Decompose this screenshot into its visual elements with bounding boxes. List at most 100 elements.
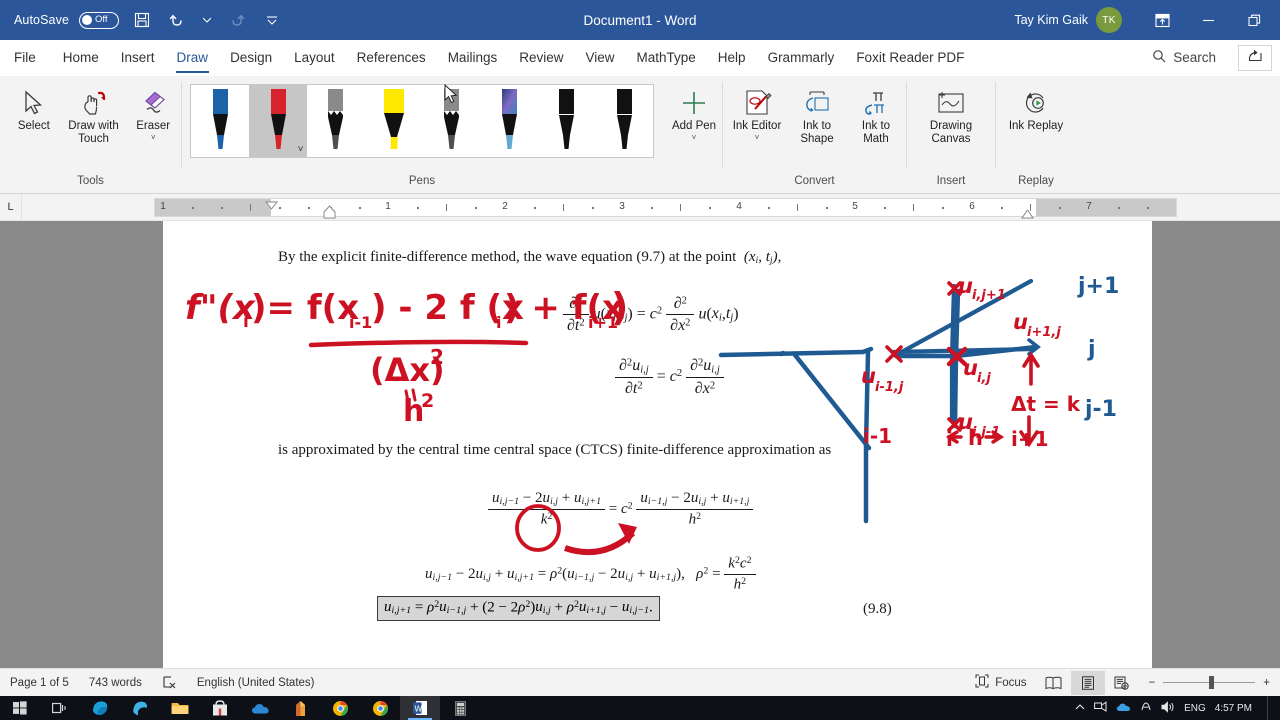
store-icon[interactable] bbox=[200, 696, 240, 720]
ink-replay-button[interactable]: Ink Replay bbox=[1004, 82, 1068, 133]
customize-quick-access-icon[interactable] bbox=[259, 7, 285, 33]
pens-gallery[interactable]: ˅ bbox=[190, 83, 654, 158]
tab-mathtype[interactable]: MathType bbox=[626, 40, 707, 76]
pen-red[interactable]: ˅ bbox=[248, 85, 307, 157]
edge-legacy-icon[interactable] bbox=[120, 696, 160, 720]
svg-text:i,j+1: i,j+1 bbox=[972, 288, 1006, 303]
equation-ctcs: ui,j−1 − 2ui,j + ui,j+1 k2 = c2 ui−1,j − … bbox=[488, 489, 754, 530]
language-indicator-tray[interactable]: ENG bbox=[1184, 703, 1206, 714]
ruler-right-margin bbox=[1036, 198, 1176, 216]
chrome-icon[interactable] bbox=[320, 696, 360, 720]
eraser-chevron-down-icon[interactable]: ˅ bbox=[151, 133, 156, 142]
undo-icon[interactable] bbox=[165, 7, 191, 33]
tab-view[interactable]: View bbox=[574, 40, 625, 76]
language-indicator[interactable]: English (United States) bbox=[187, 669, 325, 697]
page-indicator[interactable]: Page 1 of 5 bbox=[0, 669, 79, 697]
system-tray: ENG 4:57 PM bbox=[1075, 696, 1280, 720]
svg-text:Δt = k: Δt = k bbox=[1011, 392, 1081, 416]
zoom-in-button[interactable]: + bbox=[1263, 677, 1270, 689]
eraser-button[interactable]: Eraser ˅ bbox=[125, 82, 181, 142]
tab-home[interactable]: Home bbox=[52, 40, 110, 76]
tab-foxit-reader-pdf[interactable]: Foxit Reader PDF bbox=[845, 40, 975, 76]
ink-editor-button[interactable]: Ink Editor ˅ bbox=[727, 82, 787, 142]
ink-editor-chevron-down-icon[interactable]: ˅ bbox=[755, 133, 760, 142]
tab-draw[interactable]: Draw bbox=[166, 40, 220, 76]
minimize-button[interactable] bbox=[1186, 0, 1230, 40]
zoom-control[interactable]: − + bbox=[1139, 675, 1280, 689]
read-mode-icon[interactable] bbox=[1037, 671, 1071, 695]
print-layout-icon[interactable] bbox=[1070, 670, 1105, 695]
ink-to-math-button[interactable]: Ink to Math bbox=[847, 82, 905, 146]
add-pen-button[interactable]: Add Pen ˅ bbox=[666, 82, 722, 142]
drawing-canvas-label: Drawing Canvas bbox=[929, 120, 973, 145]
onedrive-icon[interactable] bbox=[240, 696, 280, 720]
svg-text:i+1: i+1 bbox=[1011, 427, 1049, 451]
tab-design[interactable]: Design bbox=[219, 40, 283, 76]
ruler-num-7: 7 bbox=[1086, 200, 1092, 212]
draw-with-touch-button[interactable]: Draw with Touch bbox=[62, 82, 126, 146]
focus-mode-button[interactable]: Focus bbox=[965, 669, 1036, 697]
avatar[interactable]: TK bbox=[1096, 7, 1122, 33]
add-pen-chevron-down-icon[interactable]: ˅ bbox=[692, 133, 697, 142]
pen-galaxy[interactable] bbox=[480, 85, 538, 157]
network-icon[interactable] bbox=[1094, 700, 1107, 716]
pencil-gray[interactable] bbox=[307, 85, 365, 157]
file-explorer-icon[interactable] bbox=[160, 696, 200, 720]
redo-icon[interactable] bbox=[223, 7, 249, 33]
select-label: Select bbox=[17, 120, 50, 132]
select-button[interactable]: Select bbox=[6, 82, 62, 133]
word-taskbar-icon[interactable]: W bbox=[400, 696, 440, 720]
title-bar-right: Tay Kim Gaik TK bbox=[1014, 0, 1280, 40]
undo-dropdown-caret-icon[interactable] bbox=[201, 7, 213, 33]
show-hidden-icons-chevron-up-icon[interactable] bbox=[1075, 703, 1085, 714]
first-line-indent-marker[interactable] bbox=[264, 197, 279, 215]
volume-icon[interactable] bbox=[1161, 700, 1175, 716]
word-count[interactable]: 743 words bbox=[79, 669, 152, 697]
title-bar: AutoSave Off Document1 - Word Tay Kim Ga… bbox=[0, 0, 1280, 40]
autosave-toggle[interactable]: Off bbox=[79, 11, 120, 29]
share-button[interactable] bbox=[1238, 44, 1272, 71]
restore-button[interactable] bbox=[1232, 0, 1276, 40]
edge-icon[interactable] bbox=[80, 696, 120, 720]
document-scroll-area[interactable]: By the explicit finite-difference method… bbox=[0, 221, 1280, 668]
ink-editor-label: Ink Editor bbox=[732, 120, 782, 132]
zoom-slider-thumb[interactable] bbox=[1209, 675, 1215, 689]
zoom-out-button[interactable]: − bbox=[1149, 677, 1156, 689]
tab-grammarly[interactable]: Grammarly bbox=[757, 40, 846, 76]
save-icon[interactable] bbox=[129, 7, 155, 33]
tab-review[interactable]: Review bbox=[508, 40, 574, 76]
zoom-slider[interactable] bbox=[1163, 675, 1256, 689]
tab-mailings[interactable]: Mailings bbox=[437, 40, 509, 76]
onedrive-tray-icon[interactable] bbox=[1116, 702, 1131, 715]
ink-to-shape-button[interactable]: Ink to Shape bbox=[787, 82, 847, 146]
document-page[interactable]: By the explicit finite-difference method… bbox=[163, 221, 1152, 668]
tab-references[interactable]: References bbox=[346, 40, 437, 76]
show-desktop-button[interactable] bbox=[1267, 696, 1274, 720]
tab-file[interactable]: File bbox=[0, 40, 52, 76]
pen-red-chevron-down-icon[interactable]: ˅ bbox=[298, 144, 304, 155]
task-view-button[interactable] bbox=[40, 696, 80, 720]
drawing-canvas-button[interactable]: Drawing Canvas bbox=[915, 82, 987, 146]
tab-stop-selector[interactable]: L bbox=[0, 193, 22, 221]
pen-black-2[interactable] bbox=[595, 85, 653, 157]
tab-insert[interactable]: Insert bbox=[110, 40, 166, 76]
ribbon-display-options-icon[interactable] bbox=[1140, 0, 1184, 40]
clock[interactable]: 4:57 PM bbox=[1215, 703, 1252, 714]
ime-icon[interactable] bbox=[1140, 701, 1152, 716]
web-layout-icon[interactable] bbox=[1105, 671, 1139, 695]
proofing-errors-icon[interactable] bbox=[152, 669, 187, 697]
start-button[interactable] bbox=[0, 696, 40, 720]
calculator-icon[interactable] bbox=[440, 696, 480, 720]
photos-icon[interactable] bbox=[280, 696, 320, 720]
highlighter-yellow[interactable] bbox=[364, 85, 422, 157]
tab-layout[interactable]: Layout bbox=[283, 40, 346, 76]
search-input[interactable]: Search bbox=[1152, 49, 1216, 66]
pen-blue[interactable] bbox=[191, 85, 249, 157]
status-bar-right: Focus − + bbox=[965, 669, 1280, 697]
chrome-icon-2[interactable] bbox=[360, 696, 400, 720]
pen-black[interactable] bbox=[538, 85, 596, 157]
account-name[interactable]: Tay Kim Gaik bbox=[1014, 13, 1088, 27]
tab-help[interactable]: Help bbox=[707, 40, 757, 76]
horizontal-ruler[interactable]: 1 1 2 3 4 5 6 7 bbox=[154, 197, 1177, 218]
mouse-cursor-icon bbox=[444, 83, 460, 111]
